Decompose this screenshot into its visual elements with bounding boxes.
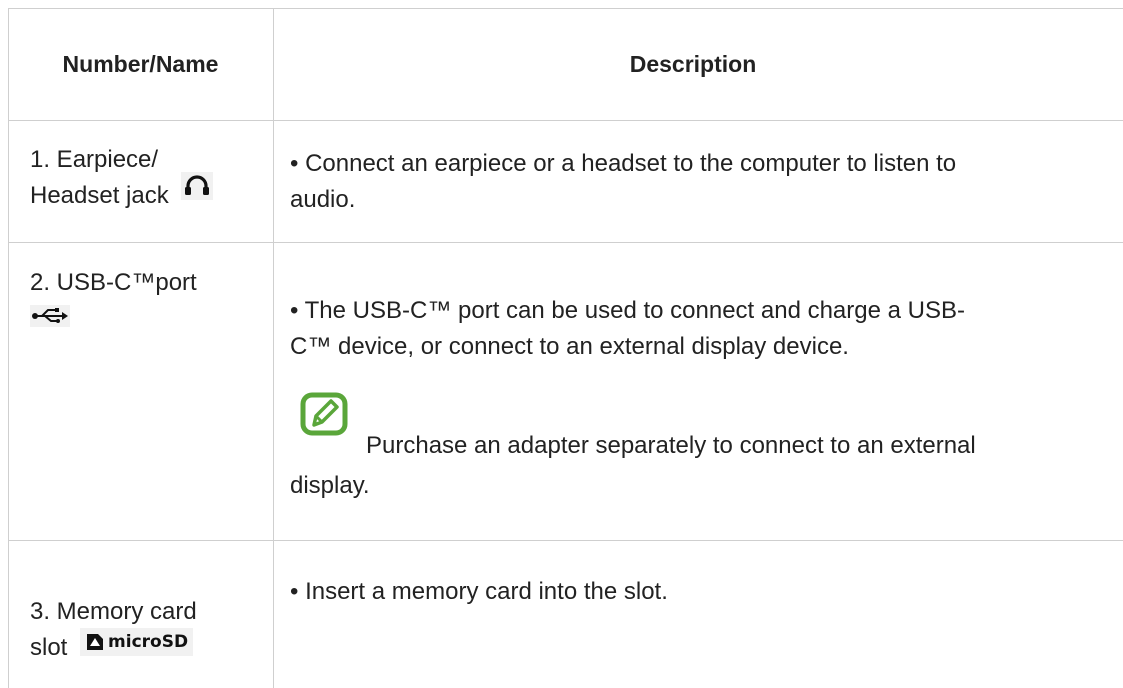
table-border-left — [8, 8, 9, 688]
row-divider — [8, 120, 1123, 121]
headset-icon — [181, 172, 214, 211]
table-row-2-description: • The USB-C™ port can be used to connect… — [290, 293, 965, 365]
description-text: • Connect an earpiece or a headset to th… — [290, 150, 957, 177]
usb-icon — [30, 302, 70, 338]
microsd-icon: microSD — [80, 627, 194, 656]
microsd-label: microSD — [108, 632, 189, 653]
row-name-text: 2. USB-C™port — [30, 269, 197, 296]
description-text: C™ device, or connect to an external dis… — [290, 333, 849, 360]
row-divider — [8, 540, 1123, 541]
table-row-3-description: • Insert a memory card into the slot. — [290, 578, 668, 605]
table-row-1-description: • Connect an earpiece or a headset to th… — [290, 146, 956, 218]
column-divider — [273, 8, 274, 688]
note-pen-icon — [300, 392, 348, 441]
note-text: Purchase an adapter separately to connec… — [366, 432, 976, 459]
table-border-top — [8, 8, 1123, 9]
row-name-text: slot — [30, 634, 68, 661]
row-name-text: 3. Memory card — [30, 598, 197, 625]
row-name-text: Headset jack — [30, 182, 169, 209]
table-row-1-name: 1. Earpiece/ Headset jack — [30, 142, 214, 214]
description-text: audio. — [290, 186, 356, 213]
column-header-number-name: Number/Name — [62, 51, 219, 77]
note-text: display. — [290, 472, 370, 499]
table-row-3-name: 3. Memory card slot microSD — [30, 594, 197, 666]
description-text: • The USB-C™ port can be used to connect… — [290, 297, 965, 324]
table-row-2-name: 2. USB-C™port — [30, 265, 197, 338]
spec-table: Number/Name Description 1. Earpiece/ Hea… — [8, 8, 1123, 688]
row-divider — [8, 242, 1123, 243]
column-header-description: Description — [629, 51, 757, 77]
